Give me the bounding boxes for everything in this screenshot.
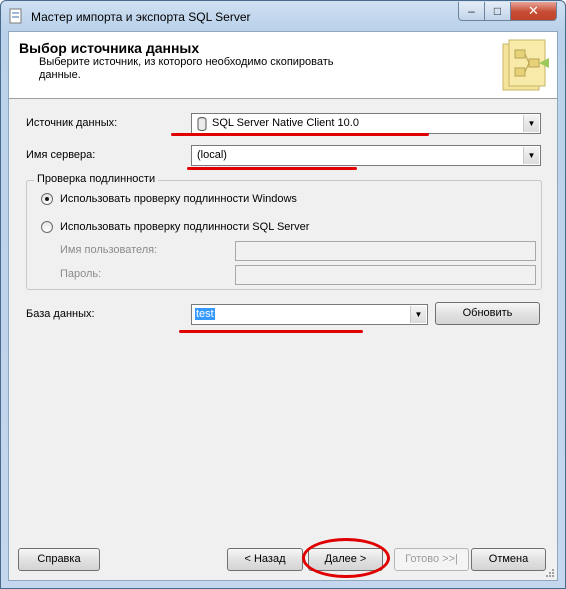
cancel-button-label: Отмена: [488, 553, 529, 565]
sql-auth-label[interactable]: Использовать проверку подлинности SQL Se…: [60, 221, 309, 233]
server-dropdown[interactable]: (local) ▼: [191, 145, 541, 166]
back-button-label: < Назад: [244, 553, 286, 565]
resize-grip-icon[interactable]: [543, 566, 555, 578]
password-label: Пароль:: [60, 268, 102, 280]
minimize-button[interactable]: –: [458, 2, 485, 21]
refresh-button-label: Обновить: [462, 307, 513, 319]
help-button[interactable]: Справка: [18, 548, 100, 571]
database-icon: [197, 117, 207, 131]
maximize-icon: □: [493, 4, 502, 18]
username-label: Имя пользователя:: [60, 244, 158, 256]
annotation-underline: [171, 133, 429, 136]
source-value: SQL Server Native Client 10.0: [212, 117, 359, 129]
username-input[interactable]: [235, 241, 536, 261]
back-button[interactable]: < Назад: [227, 548, 303, 571]
app-icon: [9, 8, 22, 24]
page-subtitle: Выберите источник, из которого необходим…: [39, 56, 334, 81]
annotation-circle: [302, 538, 390, 578]
window-title: Мастер импорта и экспорта SQL Server: [31, 10, 251, 24]
close-button[interactable]: ✕: [511, 2, 557, 21]
server-label: Имя сервера:: [26, 149, 96, 161]
page-title: Выбор источника данных: [19, 40, 200, 56]
minimize-icon: –: [468, 4, 475, 18]
chevron-down-icon[interactable]: ▼: [523, 147, 539, 164]
password-input[interactable]: [235, 265, 536, 285]
source-label: Источник данных:: [26, 117, 118, 129]
annotation-underline: [187, 167, 357, 170]
sql-auth-radio[interactable]: [41, 221, 53, 233]
title-bar[interactable]: Мастер импорта и экспорта SQL Server – □…: [1, 1, 565, 31]
annotation-underline: [179, 330, 363, 333]
server-value: (local): [197, 149, 227, 161]
maximize-button[interactable]: □: [485, 2, 511, 21]
wizard-window: Мастер импорта и экспорта SQL Server – □…: [0, 0, 566, 589]
database-dropdown[interactable]: test ▼: [191, 304, 428, 325]
database-label: База данных:: [26, 308, 95, 320]
chevron-down-icon[interactable]: ▼: [523, 115, 539, 132]
auth-group-title: Проверка подлинности: [34, 173, 159, 185]
chevron-down-icon[interactable]: ▼: [410, 306, 426, 323]
source-dropdown[interactable]: SQL Server Native Client 10.0 ▼: [191, 113, 541, 134]
windows-auth-label[interactable]: Использовать проверку подлинности Window…: [60, 193, 297, 205]
windows-auth-radio[interactable]: [41, 193, 53, 205]
cancel-button[interactable]: Отмена: [471, 548, 546, 571]
close-icon: ✕: [528, 3, 539, 18]
finish-button-label: Готово >>|: [405, 553, 458, 565]
wizard-header: Выбор источника данных Выберите источник…: [9, 32, 557, 99]
finish-button[interactable]: Готово >>|: [394, 548, 469, 571]
wizard-client-area: Выбор источника данных Выберите источник…: [8, 31, 558, 581]
help-button-label: Справка: [37, 553, 81, 565]
wizard-source-icon: [502, 39, 549, 91]
refresh-button[interactable]: Обновить: [435, 302, 540, 325]
database-value: test: [195, 308, 215, 320]
